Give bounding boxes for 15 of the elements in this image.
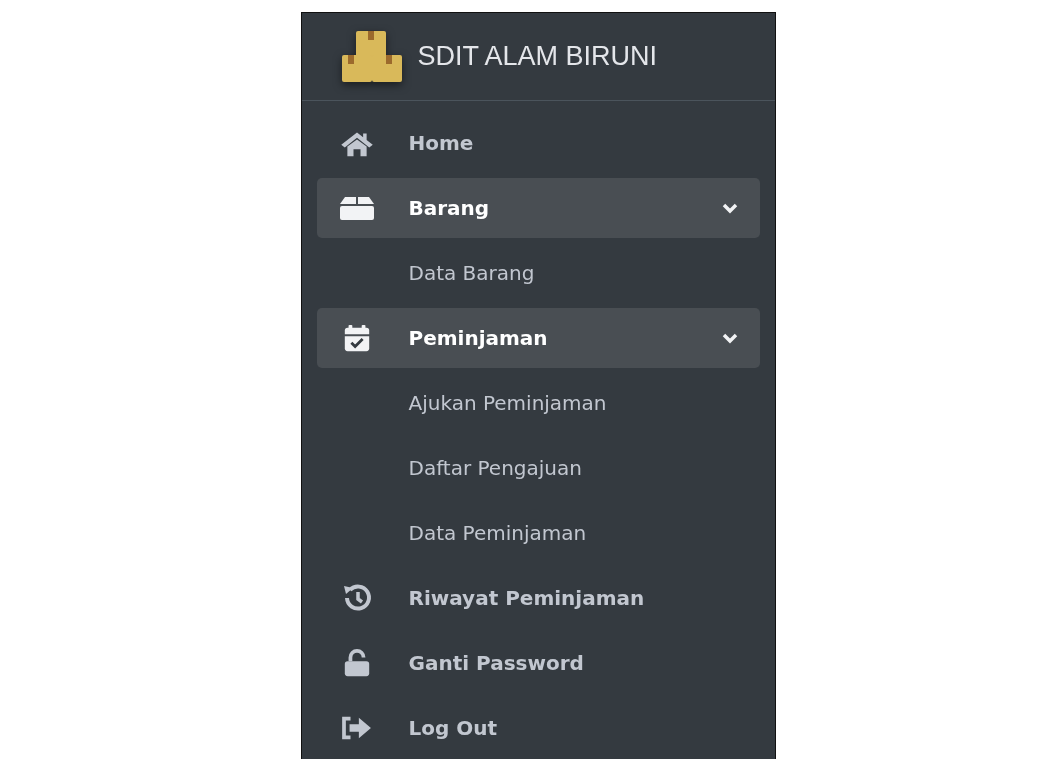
boxes-logo-icon [339, 28, 404, 85]
chevron-icon [721, 332, 738, 344]
menu-item[interactable]: Home [316, 113, 760, 173]
box-icon [338, 194, 375, 222]
menu-item[interactable]: Riwayat Peminjaman [316, 568, 760, 628]
brand-title[interactable]: SDIT ALAM BIRUNI [417, 41, 658, 72]
submenu-item[interactable]: Ajukan Peminjaman [316, 373, 760, 433]
menu-item[interactable]: Log Out [316, 698, 760, 758]
menu-item[interactable]: Ganti Password [316, 633, 760, 693]
menu-item[interactable]: Barang [316, 178, 760, 238]
chevron-icon [721, 202, 738, 214]
menu-item[interactable]: Peminjaman [316, 308, 760, 368]
submenu-item[interactable]: Data Peminjaman [316, 503, 760, 563]
submenu-item[interactable]: Daftar Pengajuan [316, 438, 760, 498]
submenu-item[interactable]: Data Barang [316, 243, 760, 303]
